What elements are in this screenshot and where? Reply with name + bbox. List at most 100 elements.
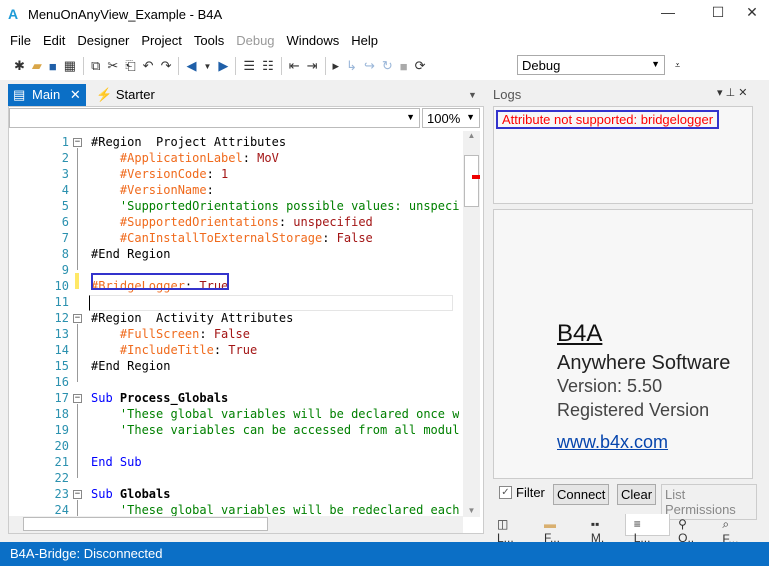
menu-project[interactable]: Project	[135, 30, 187, 52]
code-line[interactable]: #SupportedOrientations: unspecified	[91, 215, 373, 229]
panel-controls[interactable]: ▾ ⊥ ✕	[717, 86, 747, 99]
highlight-box	[91, 273, 229, 290]
open-icon[interactable]: ▰	[32, 58, 42, 74]
registered-text: Registered Version	[557, 400, 710, 420]
close-tab-icon[interactable]: ✕	[70, 87, 81, 102]
bottom-tab[interactable]: ⌕ F...	[714, 514, 757, 546]
minimize-button[interactable]: —	[658, 4, 678, 20]
maximize-button[interactable]: ☐	[708, 4, 728, 21]
save-all-icon[interactable]: ▦	[64, 58, 76, 74]
forward-icon[interactable]: ▶	[218, 58, 228, 74]
step-out-icon[interactable]: ↻	[382, 58, 393, 74]
code-token: #SupportedOrientations	[91, 215, 279, 229]
fold-toggle-icon[interactable]: −	[73, 394, 82, 403]
copy-icon[interactable]: ⧉	[91, 58, 100, 74]
code-line[interactable]: #ApplicationLabel: MoV	[91, 151, 279, 165]
code-token: :	[213, 343, 229, 357]
code-line[interactable]: End Sub	[91, 455, 142, 469]
uncomment-icon[interactable]: ☷	[262, 58, 274, 74]
bottom-tab[interactable]: ⚲ Q..	[670, 514, 714, 545]
tab-starter[interactable]: ⚡ Starter	[88, 84, 155, 103]
outdent-icon[interactable]: ⇤	[289, 58, 300, 74]
code-line[interactable]: #Region Activity Attributes	[91, 311, 293, 325]
code-area[interactable]: 1− #Region Project Attributes 2 #Applicati…	[29, 131, 459, 516]
menu-edit[interactable]: Edit	[37, 30, 71, 52]
code-line[interactable]	[89, 295, 453, 311]
menu-help[interactable]: Help	[345, 30, 384, 52]
stop-icon[interactable]: ■	[400, 59, 408, 74]
code-line[interactable]: #CanInstallToExternalStorage: False	[91, 231, 373, 245]
back-icon[interactable]: ◀	[186, 58, 196, 74]
fold-toggle-icon[interactable]: −	[73, 490, 82, 499]
code-line[interactable]: #End Region	[91, 359, 170, 373]
filter-checkbox[interactable]: ✓ Filter	[499, 485, 545, 500]
comment-icon[interactable]: ☰	[243, 58, 255, 74]
bottom-tab[interactable]: ◫ L...	[489, 514, 536, 545]
step-in-icon[interactable]: ↳	[346, 58, 357, 74]
line-number: 22	[54, 471, 69, 485]
code-token: unspecified	[293, 215, 373, 229]
website-link[interactable]: www.b4x.com	[557, 432, 668, 453]
build-config-select[interactable]: Debug ▼	[517, 55, 665, 75]
vertical-scrollbar[interactable]: ▲ ▼	[463, 131, 480, 517]
code-line[interactable]: #VersionCode: 1	[91, 167, 228, 181]
close-button[interactable]: ✕	[742, 4, 762, 21]
cut-icon[interactable]: ✂	[107, 58, 118, 74]
code-token: MoV	[257, 151, 279, 165]
indent-icon[interactable]: ⇥	[307, 58, 318, 74]
connect-button[interactable]: Connect	[553, 484, 610, 505]
line-number: 8	[61, 247, 69, 261]
bottom-tab[interactable]: ≡ L...	[624, 514, 671, 545]
sub-select[interactable]: ▼	[9, 108, 420, 128]
save-icon[interactable]: ■	[49, 59, 57, 74]
step-over-icon[interactable]: ↪	[364, 58, 375, 74]
menu-file[interactable]: File	[4, 30, 37, 52]
filter-label: Filter	[516, 485, 545, 500]
undo-icon[interactable]: ↶	[143, 58, 154, 74]
code-line[interactable]: 'These global variables will be declared…	[91, 407, 459, 421]
code-token: #End Region	[91, 359, 171, 373]
menu-bar: File Edit Designer Project Tools Debug W…	[0, 30, 769, 52]
restart-icon[interactable]: ⟳	[415, 58, 426, 74]
menu-debug[interactable]: Debug	[230, 30, 280, 52]
code-token: 'These global variables will be declared…	[91, 407, 459, 421]
horizontal-scrollbar[interactable]	[9, 516, 463, 533]
new-icon[interactable]: ✱	[14, 58, 25, 74]
zoom-select[interactable]: 100% ▼	[422, 108, 480, 128]
line-number: 6	[61, 215, 69, 229]
code-line[interactable]: Sub Process_Globals	[91, 391, 228, 405]
code-line[interactable]: #VersionName:	[91, 183, 214, 197]
checkbox-icon[interactable]: ✓	[499, 486, 512, 499]
log-output[interactable]: Attribute not supported: bridgelogger	[493, 106, 753, 204]
editor-tabs: ▤ Main ✕ ⚡ Starter ▼	[8, 84, 484, 106]
bottom-tab[interactable]: ▪▪ M.	[583, 514, 625, 545]
back-dropdown-icon[interactable]: ▼	[203, 62, 211, 71]
tab-main[interactable]: ▤ Main ✕	[8, 84, 86, 106]
code-line[interactable]: #End Region	[91, 247, 170, 261]
code-token: #VersionCode	[91, 167, 207, 181]
fold-toggle-icon[interactable]: −	[73, 138, 82, 147]
menu-designer[interactable]: Designer	[71, 30, 135, 52]
redo-icon[interactable]: ↷	[161, 58, 172, 74]
tabs-dropdown-icon[interactable]: ▼	[468, 90, 477, 100]
code-line[interactable]: #Region Project Attributes	[91, 135, 286, 149]
line-number: 3	[61, 167, 69, 181]
code-token: 'These variables can be accessed from al…	[91, 423, 459, 437]
fold-toggle-icon[interactable]: −	[73, 314, 82, 323]
paste-icon[interactable]: ⎗	[125, 58, 135, 74]
menu-windows[interactable]: Windows	[281, 30, 346, 52]
toolbar-overflow-icon[interactable]: ⩡	[675, 60, 680, 71]
clear-button[interactable]: Clear	[617, 484, 657, 505]
line-number: 21	[54, 455, 69, 469]
bottom-tab[interactable]: ▬ F...	[536, 514, 583, 545]
app-logo: A	[8, 6, 19, 22]
code-line[interactable]: Sub Globals	[91, 487, 170, 501]
run-icon[interactable]: ▸	[333, 58, 340, 74]
code-token: :	[322, 231, 337, 245]
code-line[interactable]: #FullScreen: False	[91, 327, 250, 341]
code-line[interactable]: 'These variables can be accessed from al…	[91, 423, 459, 437]
menu-tools[interactable]: Tools	[188, 30, 230, 52]
code-line[interactable]: #IncludeTitle: True	[91, 343, 257, 357]
code-line[interactable]: 'These global variables will be redeclar…	[91, 503, 459, 516]
code-line[interactable]: 'SupportedOrientations possible values: …	[91, 199, 459, 213]
